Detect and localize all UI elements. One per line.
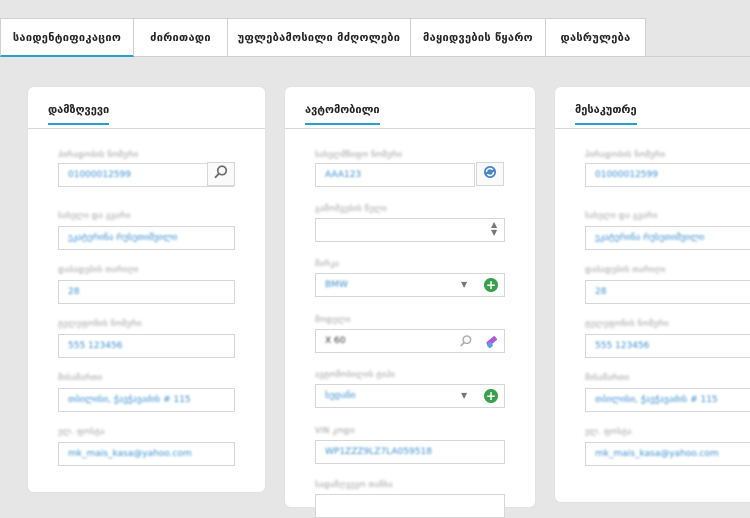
- personal-id-input[interactable]: 01000012599: [585, 163, 750, 187]
- phone-label: ტელეფონის ნომერი: [585, 319, 669, 328]
- card-title-insured: დამზღვევი: [48, 103, 110, 125]
- vehicle-type-select[interactable]: სედანი: [315, 384, 505, 408]
- full-name-label: სახელი და გვარი: [58, 211, 131, 220]
- make-select[interactable]: BMW: [315, 273, 505, 297]
- address-input[interactable]: თბილისი, ჭავჭავაძის # 115: [585, 388, 750, 412]
- insured-amount-label: სადაზღვევო თანხა: [315, 480, 393, 489]
- vin-input[interactable]: WP1ZZZ9LZ7LA059518: [315, 440, 505, 464]
- card-title-owner: მესაკუთრე: [575, 103, 637, 125]
- refresh-icon: [482, 164, 498, 184]
- model-label: მოდელი: [315, 315, 351, 324]
- year-input[interactable]: [315, 218, 505, 242]
- tab-finish[interactable]: დასრულება: [545, 18, 646, 56]
- model-input[interactable]: X 60: [315, 329, 505, 353]
- chevron-down-icon[interactable]: ▼: [461, 280, 467, 289]
- search-button[interactable]: [207, 162, 235, 186]
- vehicle-type-label: ავტომობილის ტიპი: [315, 370, 396, 379]
- tab-main[interactable]: ძირითადი: [133, 18, 228, 56]
- email-label: ელ. ფოსტა: [58, 427, 105, 436]
- tab-identification[interactable]: საიდენტიფიკაციო: [0, 18, 134, 57]
- address-label: მისამართი: [58, 373, 103, 382]
- refresh-button[interactable]: [476, 162, 504, 186]
- card-title-vehicle: ავტომობილი: [305, 103, 380, 125]
- plate-number-input[interactable]: AAA123: [315, 163, 475, 187]
- birth-date-input[interactable]: 28: [58, 280, 235, 304]
- address-label: მისამართი: [585, 373, 630, 382]
- chevron-down-icon[interactable]: ▼: [461, 391, 467, 400]
- email-input[interactable]: mk_mais_kasa@yahoo.com: [585, 442, 750, 466]
- email-input[interactable]: mk_mais_kasa@yahoo.com: [58, 442, 235, 466]
- email-label: ელ. ფოსტა: [585, 427, 632, 436]
- insured-amount-input[interactable]: [315, 494, 505, 518]
- birth-date-input[interactable]: 28: [585, 280, 750, 304]
- owner-card: მესაკუთრე პირადობის ნომერი 01000012599 ს…: [555, 87, 750, 502]
- address-input[interactable]: თბილისი, ჭავჭავაძის # 115: [58, 388, 235, 412]
- plate-number-label: სახელმწიფო ნომერი: [315, 150, 403, 159]
- year-label: გამოშვების წელი: [315, 204, 387, 213]
- vehicle-card: ავტომობილი სახელმწიფო ნომერი AAA123 გამო…: [285, 87, 535, 518]
- insured-card: დამზღვევი პირადობის ნომერი 01000012599 ს…: [28, 87, 265, 492]
- phone-label: ტელეფონის ნომერი: [58, 319, 142, 328]
- phone-input[interactable]: 555 123456: [58, 334, 235, 358]
- full-name-input[interactable]: ეკატერინა რუსეთიშვილი: [585, 226, 750, 250]
- make-label: მარკა: [315, 259, 340, 268]
- divider: [555, 128, 750, 129]
- wizard-tabs: საიდენტიფიკაციო ძირითადი უფლებამოსილი მძ…: [0, 0, 750, 57]
- vin-label: VIN კოდი: [315, 426, 355, 435]
- birth-date-label: დაბადების თარიღი: [58, 265, 139, 274]
- full-name-input[interactable]: ეკატერინა რუსეთიშვილი: [58, 226, 235, 250]
- tab-sales-source[interactable]: მაყიდვების წყარო: [410, 18, 546, 56]
- birth-date-label: დაბადების თარიღი: [585, 265, 666, 274]
- divider: [285, 128, 535, 129]
- phone-input[interactable]: 555 123456: [585, 334, 750, 358]
- search-icon: [213, 164, 229, 184]
- stepper-icon[interactable]: ▲ ▼: [491, 221, 497, 237]
- full-name-label: სახელი და გვარი: [585, 211, 658, 220]
- search-icon[interactable]: [459, 333, 473, 352]
- personal-id-label: პირადობის ნომერი: [58, 150, 139, 159]
- divider: [28, 128, 265, 129]
- eraser-icon[interactable]: [483, 333, 499, 353]
- tab-authorized-drivers[interactable]: უფლებამოსილი მძღოლები: [227, 18, 411, 56]
- personal-id-label: პირადობის ნომერი: [585, 150, 666, 159]
- add-icon[interactable]: +: [484, 278, 498, 292]
- add-icon[interactable]: +: [484, 389, 498, 403]
